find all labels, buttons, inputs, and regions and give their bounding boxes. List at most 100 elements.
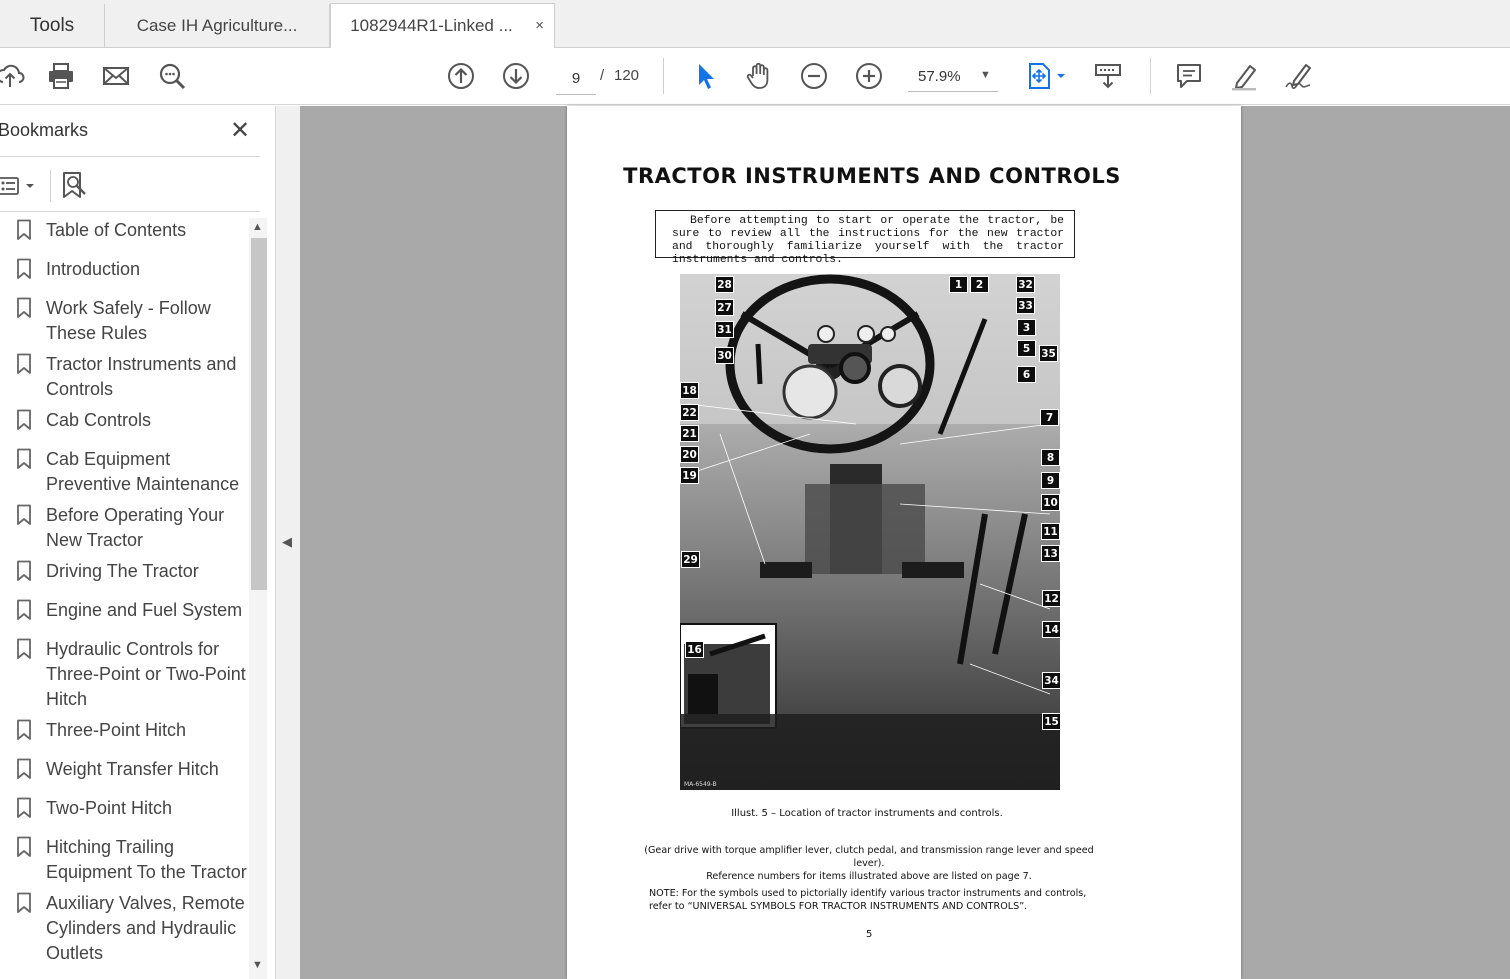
bookmark-icon [17,448,31,469]
page-down-icon[interactable] [500,60,532,92]
callout-number: 22 [680,404,699,421]
panel-divider [0,211,260,212]
callout-number: 6 [1017,366,1036,383]
upload-icon[interactable] [0,60,26,92]
bookmark-icon [17,297,31,318]
toolbar-divider [663,58,664,94]
callout-number: 18 [680,382,699,399]
mail-icon[interactable] [100,60,132,92]
collapse-arrow-icon[interactable]: ◀ [282,534,292,550]
bookmark-label: Cab Controls [46,410,152,430]
callout-number: 30 [715,347,734,364]
bookmark-icon [17,719,31,740]
document-viewport[interactable]: TRACTOR INSTRUMENTS AND CONTROLS Before … [300,106,1510,979]
figure-note-line: (Gear drive with torque amplifier lever,… [644,845,1094,869]
callout-number: 3 [1017,319,1036,336]
hand-icon[interactable] [743,60,775,92]
tools-divider [50,170,51,202]
bookmark-label: Three-Point Hitch [46,720,187,740]
bookmark-icon [17,892,31,913]
callout-number: 21 [680,425,699,442]
print-icon[interactable] [45,60,77,92]
tab-case-ih[interactable]: Case IH Agriculture... [105,4,330,48]
bookmark-icon [17,353,31,374]
total-pages: 120 [614,67,640,84]
close-icon[interactable]: ✕ [230,116,250,145]
bookmark-label: Hydraulic Controls for Three-Point or Tw… [46,639,246,709]
notice-box: Before attempting to start or operate th… [655,210,1075,266]
chevron-down-icon: ▼ [980,69,991,81]
panel-collapse-bar[interactable]: ◀ [276,106,300,979]
search-zoom-icon[interactable] [156,60,188,92]
highlight-pen-icon[interactable] [1228,60,1260,92]
comment-icon[interactable] [1173,60,1205,92]
fit-page-icon[interactable] [1023,60,1055,92]
tractor-illustration: MA-6549-B [680,274,1060,790]
bookmark-icon [17,560,31,581]
callout-number: 1 [949,276,968,293]
sign-icon[interactable] [1283,60,1315,92]
tab-active-document[interactable]: 1082944R1-Linked ... × [330,3,555,48]
bookmark-label: Before Operating Your New Tractor [46,505,225,550]
tab-tools[interactable]: Tools [0,4,105,48]
callout-number: 27 [715,299,734,316]
pdf-page: TRACTOR INSTRUMENTS AND CONTROLS Before … [567,106,1241,979]
bookmark-tools [0,166,260,210]
tab-case-ih-label: Case IH Agriculture... [136,16,298,35]
callout-number: 34 [1042,672,1061,689]
callout-number: 5 [1017,340,1036,357]
figure-note-line: Reference numbers for items illustrated … [706,871,1032,882]
callout-number: 14 [1042,621,1061,638]
scrollbar-thumb[interactable] [251,238,267,590]
callout-number: 11 [1041,523,1060,540]
find-bookmark-button[interactable] [60,170,90,202]
callout-number: 7 [1040,409,1059,426]
scroll-mode-icon[interactable] [1092,60,1124,92]
callout-number: 20 [680,446,699,463]
symbols-note-line: refer to “UNIVERSAL SYMBOLS FOR TRACTOR … [649,901,1028,912]
callout-number: 31 [715,321,734,338]
callout-number: 15 [1042,713,1061,730]
callout-number: 29 [681,551,700,568]
select-cursor-icon[interactable] [689,60,721,92]
callout-number: 12 [1042,590,1061,607]
bookmark-label: Cab Equipment Preventive Maintenance [46,449,240,494]
page-title: TRACTOR INSTRUMENTS AND CONTROLS [623,164,1121,188]
bookmark-icon [17,409,31,430]
bookmarks-panel: Bookmarks ✕ Table of Contents Introductio… [0,106,276,979]
tab-active-document-label: 1082944R1-Linked ... [350,16,513,35]
callout-number: 8 [1041,449,1060,466]
bookmark-icon [17,219,31,240]
fit-page-dropdown-icon[interactable] [1054,60,1068,92]
zoom-dropdown[interactable]: 57.9% ▼ [908,62,998,92]
bookmark-search-icon [63,172,86,198]
figure-caption: Illust. 5 – Location of tractor instrume… [731,808,1003,819]
bookmark-list: Table of Contents Introduction Work Safely… [0,218,248,979]
list-options-icon [0,177,34,195]
bookmark-label: Two-Point Hitch [46,798,173,818]
panel-divider [0,156,260,157]
callout-number: 2 [970,276,989,293]
page-number: 5 [866,929,873,940]
callout-number: 32 [1016,276,1035,293]
bookmark-icon [17,504,31,525]
bookmark-icon [17,836,31,857]
page-up-icon[interactable] [445,60,477,92]
callout-number: 9 [1041,472,1060,489]
bookmark-label: Table of Contents [46,220,187,240]
bookmark-label: Weight Transfer Hitch [46,759,219,779]
bookmark-label: Introduction [46,259,141,279]
callout-number: 35 [1039,345,1058,362]
page-number-input[interactable] [556,62,596,95]
scroll-up-icon[interactable]: ▲ [252,221,263,233]
photo-code: MA-6549-B [684,781,717,788]
bookmark-label: Hitching Trailing Equipment To the Tract… [46,837,247,882]
callout-number: 28 [715,276,734,293]
zoom-out-icon[interactable] [798,60,830,92]
scroll-down-icon[interactable]: ▼ [252,959,263,971]
zoom-in-icon[interactable] [853,60,885,92]
options-menu-button[interactable] [0,171,38,201]
zoom-value: 57.9% [918,68,961,85]
tab-close-icon[interactable]: × [535,17,544,34]
bookmark-label: Driving The Tractor [46,561,199,581]
